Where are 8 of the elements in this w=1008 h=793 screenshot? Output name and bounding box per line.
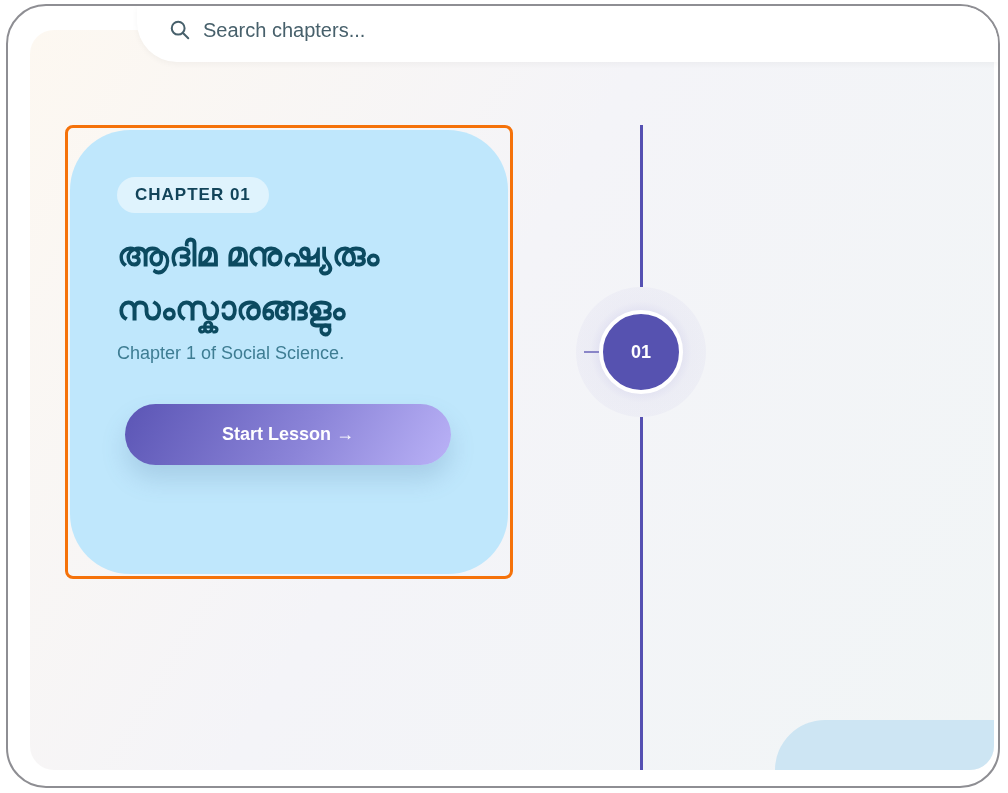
connector-line [584,351,600,353]
start-lesson-button[interactable]: Start Lesson → [125,404,451,465]
chapter-title: ആദിമ മനുഷ്യരും സംസ്കാരങ്ങളും [117,227,387,335]
chapter-description: Chapter 1 of Social Science. [117,343,345,364]
search-icon [169,19,191,41]
search-field[interactable]: Search chapters... [201,17,505,43]
chapter-number: 01 [599,310,683,394]
chapter-label: CHAPTER 01 [117,177,269,213]
